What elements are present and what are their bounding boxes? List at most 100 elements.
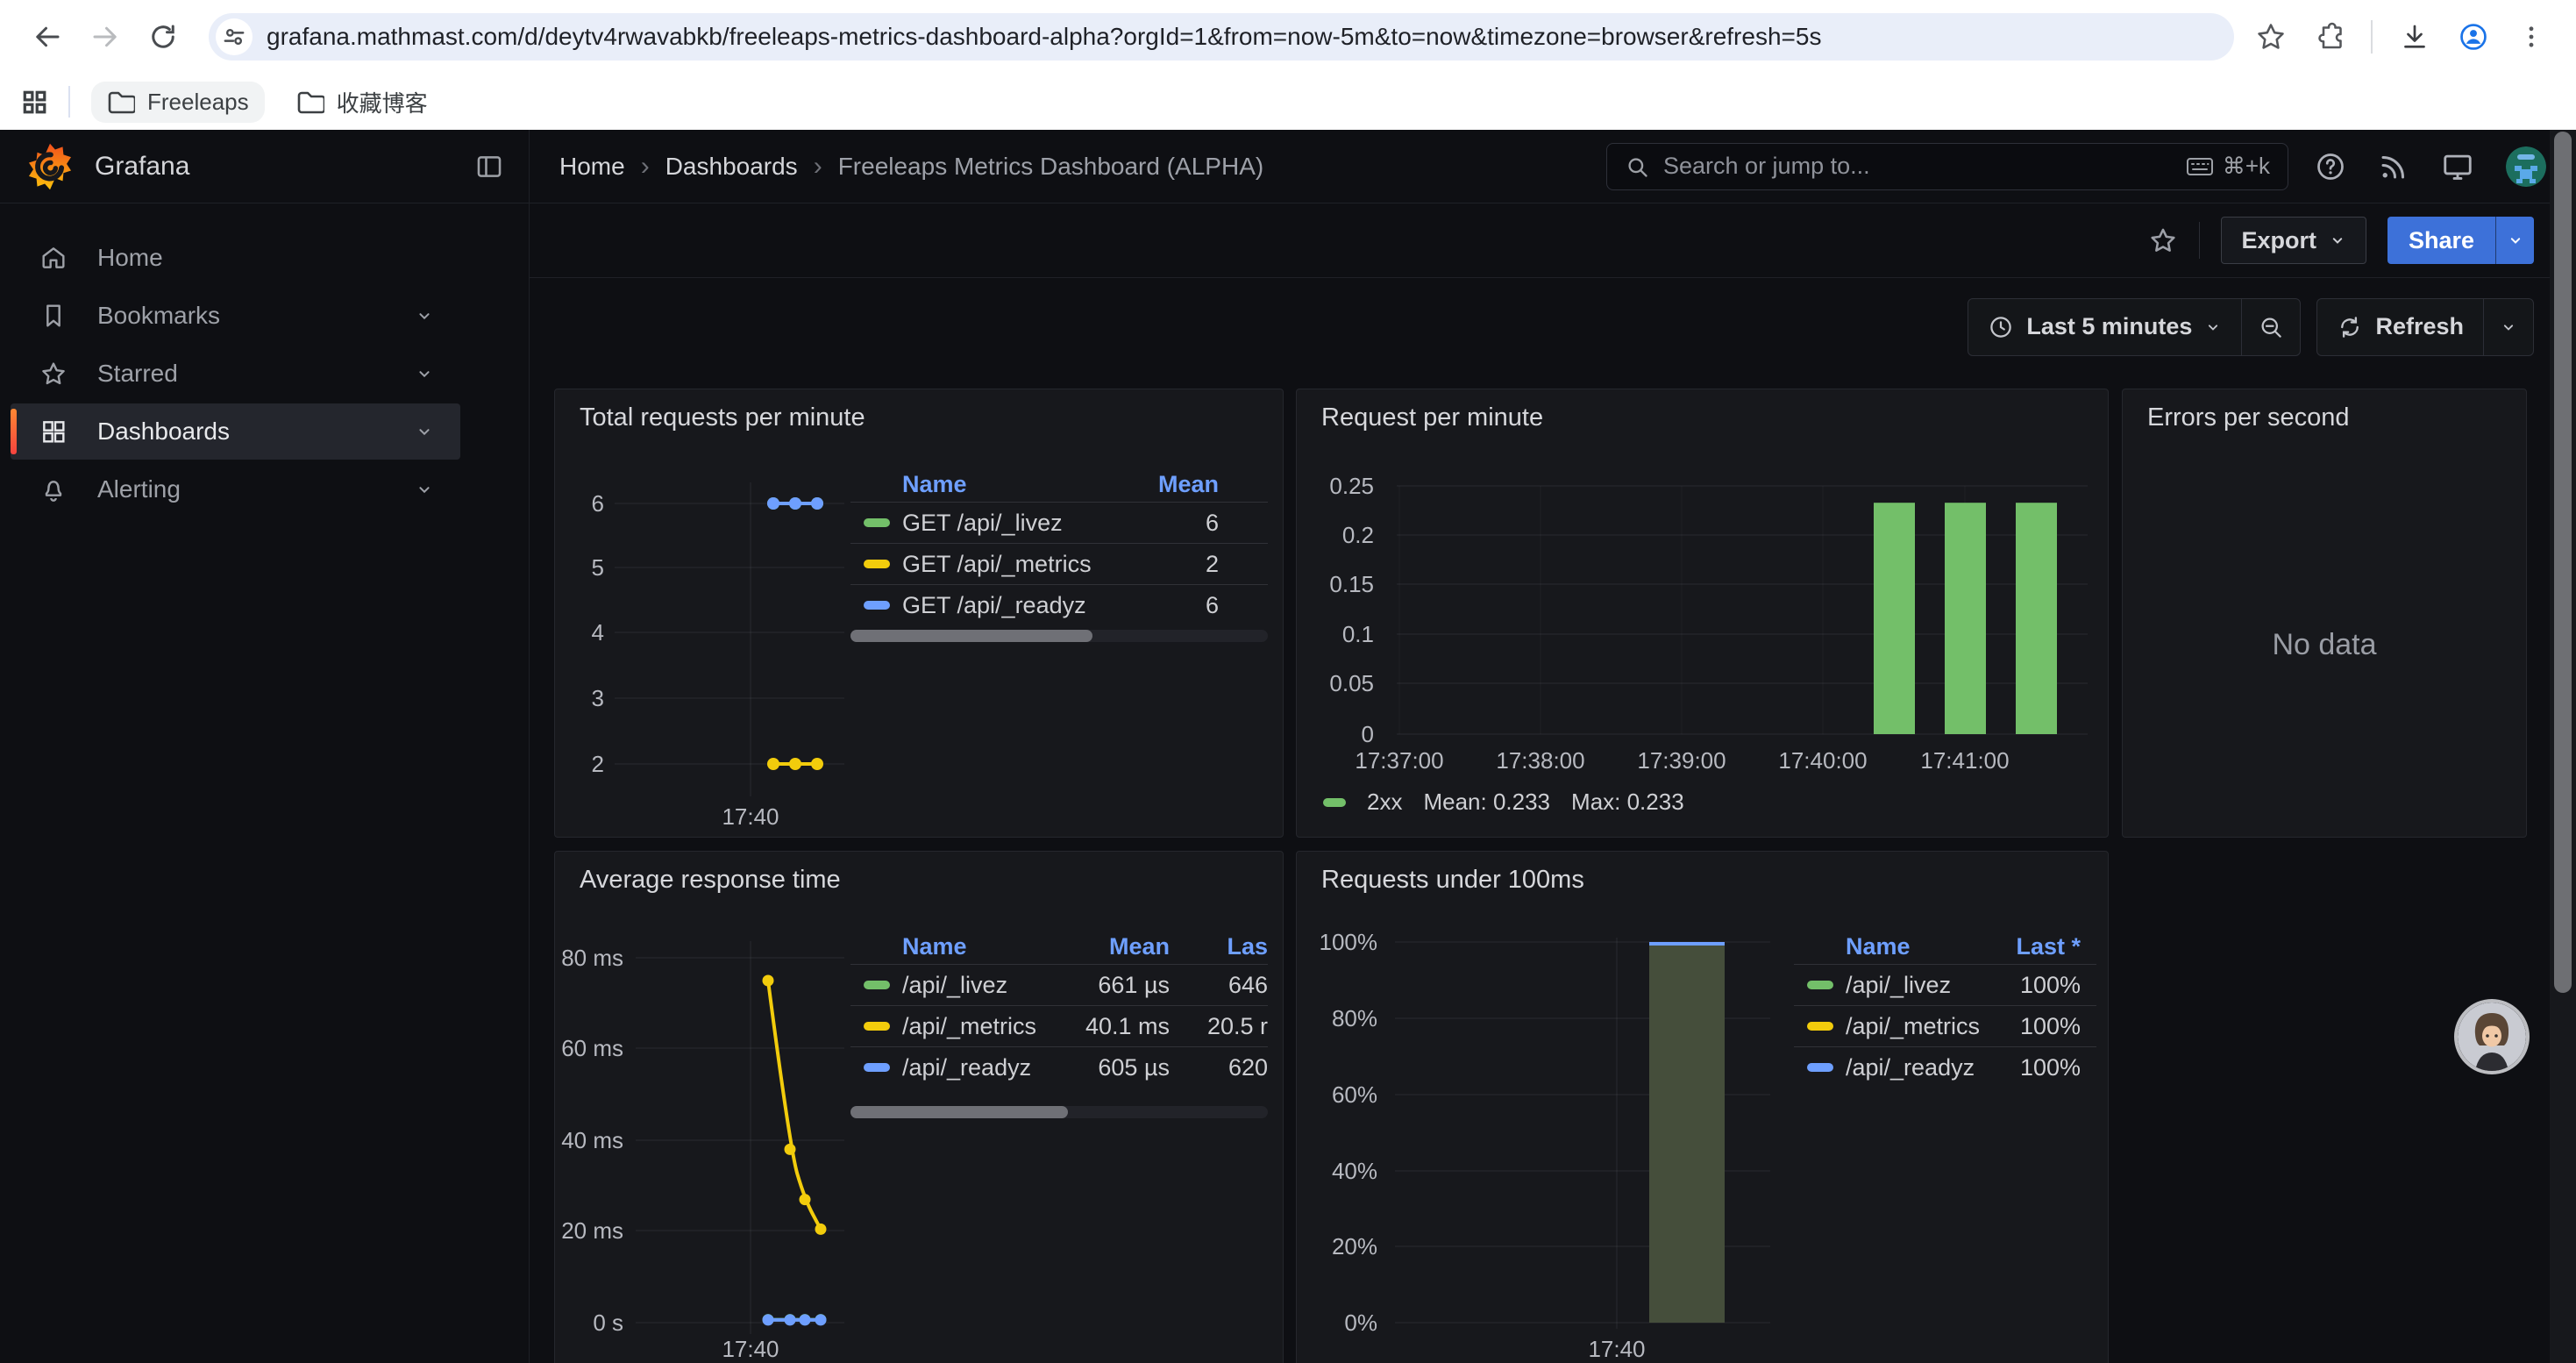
- panel-title[interactable]: Errors per second: [2147, 403, 2350, 432]
- profile-icon[interactable]: [2457, 20, 2490, 54]
- breadcrumb-home[interactable]: Home: [559, 153, 625, 181]
- legend-row[interactable]: /api/_livez 100%: [1794, 964, 2096, 1005]
- panel-total-requests[interactable]: Total requests per minute 6 5 4 3 2 17:4…: [554, 389, 1284, 838]
- sidebar-item-label: Starred: [97, 360, 178, 388]
- apps-grid-icon[interactable]: [21, 89, 47, 115]
- panel-errors-per-second[interactable]: Errors per second No data: [2122, 389, 2527, 838]
- breadcrumb-dashboards[interactable]: Dashboards: [665, 153, 798, 181]
- legend-row[interactable]: /api/_livez 661 µs 646: [850, 964, 1268, 1005]
- site-settings-icon[interactable]: [216, 18, 253, 55]
- sidebar-item-dashboards[interactable]: Dashboards: [11, 403, 460, 460]
- series-last: 620: [1170, 1054, 1268, 1081]
- y-tick: 0: [1297, 720, 1374, 748]
- monitor-icon[interactable]: [2441, 150, 2474, 183]
- y-tick: 40 ms: [555, 1126, 623, 1154]
- breadcrumb: Home › Dashboards › Freeleaps Metrics Da…: [559, 152, 1263, 182]
- extensions-icon[interactable]: [2313, 21, 2345, 53]
- legend-row[interactable]: /api/_metrics 100%: [1794, 1005, 2096, 1046]
- series-swatch: [864, 1022, 890, 1031]
- legend-row[interactable]: /api/_metrics 40.1 ms 20.5 r: [850, 1005, 1268, 1046]
- legend-col-name[interactable]: Name: [902, 471, 1114, 498]
- y-tick: 0.2: [1297, 521, 1374, 549]
- folder-icon: [107, 89, 135, 114]
- legend[interactable]: 2xx Mean: 0.233 Max: 0.233: [1323, 789, 1684, 816]
- zoom-out-button[interactable]: [2241, 299, 2300, 355]
- sidebar-item-starred[interactable]: Starred: [11, 346, 460, 402]
- y-tick: 60 ms: [555, 1034, 623, 1062]
- panel-requests-under-100ms[interactable]: Requests under 100ms 100% 80% 60% 40% 20…: [1296, 851, 2109, 1363]
- download-icon[interactable]: [2399, 21, 2430, 53]
- y-tick: 6: [555, 489, 604, 517]
- floating-assistant-avatar[interactable]: [2458, 1003, 2526, 1071]
- favorite-star-icon[interactable]: [2148, 225, 2178, 255]
- legend-col-last[interactable]: Last *: [2000, 933, 2096, 960]
- back-icon: [32, 21, 63, 53]
- panel-title[interactable]: Total requests per minute: [580, 403, 865, 432]
- legend-col-name[interactable]: Name: [902, 933, 1047, 960]
- legend-header: Name Mean Las: [850, 929, 1268, 964]
- page-scrollbar[interactable]: [2550, 130, 2576, 1363]
- time-range-picker[interactable]: Last 5 minutes: [1968, 299, 2241, 355]
- refresh-interval-button[interactable]: [2483, 299, 2533, 355]
- reload-button[interactable]: [139, 12, 188, 61]
- legend-row[interactable]: GET /api/_livez 6: [850, 502, 1268, 543]
- search-input[interactable]: Search or jump to... ⌘+k: [1606, 143, 2288, 190]
- y-tick: 40%: [1297, 1157, 1377, 1185]
- refresh-button[interactable]: Refresh: [2317, 299, 2483, 355]
- bookmarks-divider: [68, 86, 70, 118]
- x-tick: 17:41:00: [1904, 746, 2026, 774]
- breadcrumb-current: Freeleaps Metrics Dashboard (ALPHA): [838, 153, 1264, 181]
- share-menu-button[interactable]: [2495, 217, 2534, 264]
- sidebar: Grafana Home Bookmarks Starred Dashboar: [0, 130, 530, 1363]
- series-last: 100%: [2000, 1013, 2096, 1040]
- legend-scrollbar[interactable]: [850, 1106, 1268, 1118]
- panel-average-response-time[interactable]: Average response time 80 ms 60 ms 40 ms …: [554, 851, 1284, 1363]
- share-button[interactable]: Share: [2387, 217, 2534, 264]
- legend-row[interactable]: GET /api/_metrics 2: [850, 543, 1268, 584]
- grafana-logo[interactable]: [25, 141, 75, 192]
- bookmark-star-icon[interactable]: [2255, 21, 2287, 53]
- menu-dots-icon[interactable]: [2516, 22, 2546, 52]
- back-button[interactable]: [23, 12, 72, 61]
- url-bar[interactable]: grafana.mathmast.com/d/deytv4rwavabkb/fr…: [209, 13, 2234, 61]
- chevron-down-icon[interactable]: [415, 364, 434, 383]
- legend-col-last[interactable]: Las: [1170, 933, 1268, 960]
- chevron-down-icon[interactable]: [415, 422, 434, 441]
- toolbar-icons: [2255, 20, 2553, 54]
- help-icon[interactable]: [2315, 151, 2346, 182]
- bookmark-folder-blogs[interactable]: 收藏博客: [281, 79, 444, 125]
- sidebar-item-home[interactable]: Home: [11, 230, 460, 286]
- news-rss-icon[interactable]: [2378, 151, 2409, 182]
- panel-title[interactable]: Average response time: [580, 866, 841, 895]
- legend-col-mean[interactable]: Mean: [1114, 471, 1219, 498]
- user-avatar[interactable]: [2506, 146, 2546, 187]
- sidebar-item-alerting[interactable]: Alerting: [11, 461, 460, 517]
- x-tick: 17:38:00: [1479, 746, 1602, 774]
- chevron-down-icon[interactable]: [415, 306, 434, 325]
- home-icon: [39, 244, 68, 272]
- export-button[interactable]: Export: [2221, 217, 2366, 264]
- forward-button[interactable]: [81, 12, 130, 61]
- legend-scrollbar[interactable]: [850, 630, 1268, 642]
- series-mean: 6: [1114, 510, 1219, 537]
- legend-col-name[interactable]: Name: [1846, 933, 2000, 960]
- sidebar-collapse-icon[interactable]: [474, 152, 504, 182]
- legend-col-mean[interactable]: Mean: [1047, 933, 1170, 960]
- scrollbar-thumb[interactable]: [2554, 132, 2572, 993]
- legend-table: Name Mean Las /api/_livez 661 µs 646 /ap…: [850, 929, 1268, 1088]
- panel-title[interactable]: Request per minute: [1321, 403, 1543, 432]
- legend-row[interactable]: /api/_readyz 100%: [1794, 1046, 2096, 1088]
- legend-header: Name Last *: [1794, 929, 2096, 964]
- bookmark-folder-freeleaps[interactable]: Freeleaps: [91, 82, 265, 123]
- series-swatch: [1807, 981, 1833, 989]
- y-tick: 0.05: [1297, 669, 1374, 697]
- panel-title[interactable]: Requests under 100ms: [1321, 866, 1584, 895]
- url-text[interactable]: grafana.mathmast.com/d/deytv4rwavabkb/fr…: [267, 23, 2213, 51]
- legend-row[interactable]: GET /api/_readyz 6: [850, 584, 1268, 625]
- sidebar-item-bookmarks[interactable]: Bookmarks: [11, 288, 460, 344]
- series-swatch: [864, 560, 890, 568]
- legend-row[interactable]: /api/_readyz 605 µs 620: [850, 1046, 1268, 1088]
- chevron-down-icon[interactable]: [415, 480, 434, 499]
- series-name: GET /api/_metrics: [902, 551, 1114, 578]
- panel-request-per-minute[interactable]: Request per minute 0.25 0.2 0.15 0.1 0.0…: [1296, 389, 2109, 838]
